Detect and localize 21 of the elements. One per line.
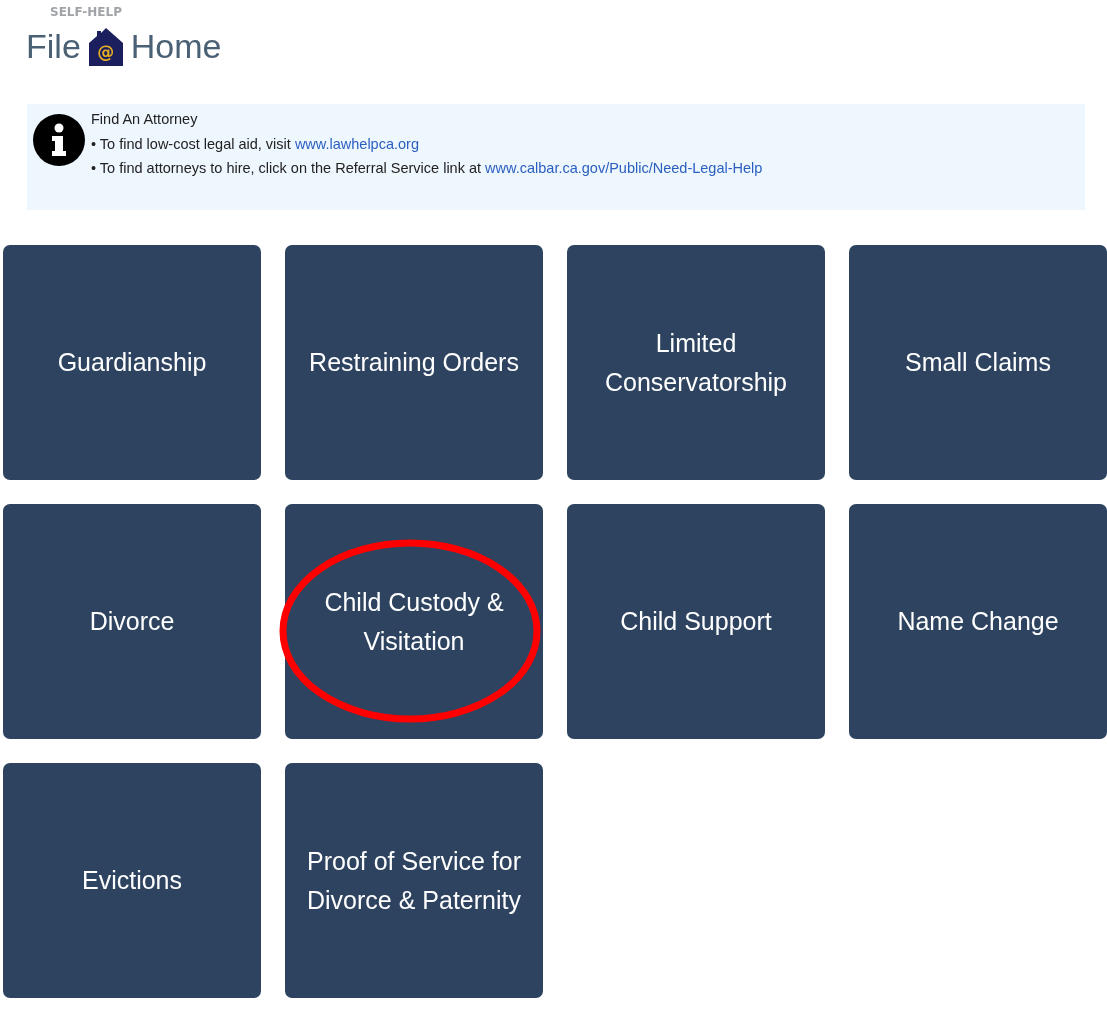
category-tile[interactable]: Child Support: [567, 504, 825, 739]
link[interactable]: www.calbar.ca.gov/Public/Need-Legal-Help: [485, 160, 763, 176]
category-tile[interactable]: Restraining Orders: [285, 245, 543, 480]
notice-line: • To find low-cost legal aid, visit www.lawhelpca.org: [91, 134, 420, 154]
info-icon: [33, 114, 85, 166]
logo-mark: @: [97, 41, 115, 62]
category-tile[interactable]: Divorce: [3, 504, 261, 739]
category-tile[interactable]: Small Claims: [849, 245, 1107, 480]
category-tile[interactable]: Name Change: [849, 504, 1107, 739]
category-tile[interactable]: Proof of Service for Divorce & Paternity: [285, 763, 543, 998]
section-label: SELF-HELP: [50, 5, 123, 19]
link[interactable]: www.lawhelpca.org: [294, 135, 419, 152]
category-tile[interactable]: Guardianship: [3, 245, 261, 480]
logo-text: File: [26, 27, 81, 66]
category-tile[interactable]: Child Custody & Visitation: [285, 504, 543, 739]
category-tile[interactable]: Evictions: [3, 763, 261, 998]
notice-title: Find An Attorney: [91, 110, 199, 129]
notice-line: • To find attorneys to hire, click on the Referral Service link at www.calbar.ca.gov/Public/Need-Legal-Help: [91, 159, 763, 178]
logo-text: Home: [130, 27, 222, 66]
category-tile[interactable]: Limited Conservatorship: [567, 245, 825, 480]
house-icon: [88, 27, 123, 66]
